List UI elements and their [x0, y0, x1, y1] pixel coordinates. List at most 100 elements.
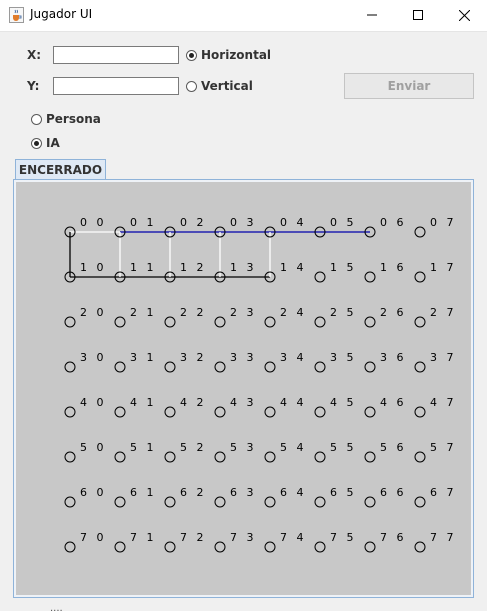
- board-node-label-06: 0 6: [380, 216, 407, 229]
- persona-radio[interactable]: Persona: [31, 112, 101, 126]
- board-node-77[interactable]: [414, 541, 426, 553]
- board-node-label-71: 7 1: [130, 531, 157, 544]
- title-bar: Jugador UI: [0, 0, 487, 32]
- board-node-label-16: 1 6: [380, 261, 407, 274]
- board-node-51[interactable]: [114, 451, 126, 463]
- minimize-icon: [367, 14, 377, 16]
- board-node-label-03: 0 3: [230, 216, 257, 229]
- board-node-36[interactable]: [364, 361, 376, 373]
- board-node-54[interactable]: [264, 451, 276, 463]
- board-node-64[interactable]: [264, 496, 276, 508]
- board-node-67[interactable]: [414, 496, 426, 508]
- persona-radio-label: Persona: [46, 112, 101, 126]
- board-node-label-77: 7 7: [430, 531, 457, 544]
- board-node-42[interactable]: [164, 406, 176, 418]
- board-node-56[interactable]: [364, 451, 376, 463]
- board-node-33[interactable]: [214, 361, 226, 373]
- game-board[interactable]: 0 0 0 1 0 2 0 3 0 4 0 5 0 6 0 7 1 0 1 1 1 2 1 3 1 4 1…: [16, 182, 471, 595]
- board-node-35[interactable]: [314, 361, 326, 373]
- board-node-60[interactable]: [64, 496, 76, 508]
- board-node-label-15: 1 5: [330, 261, 357, 274]
- board-node-label-04: 0 4: [280, 216, 307, 229]
- board-node-label-54: 5 4: [280, 441, 307, 454]
- board-canvas[interactable]: 0 0 0 1 0 2 0 3 0 4 0 5 0 6 0 7 1 0 1 1 1 2 1 3 1 4 1…: [16, 182, 471, 595]
- board-node-47[interactable]: [414, 406, 426, 418]
- board-node-label-73: 7 3: [230, 531, 257, 544]
- board-node-label-43: 4 3: [230, 396, 257, 409]
- board-node-label-56: 5 6: [380, 441, 407, 454]
- board-node-22[interactable]: [164, 316, 176, 328]
- board-node-label-17: 1 7: [430, 261, 457, 274]
- board-node-74[interactable]: [264, 541, 276, 553]
- board-node-40[interactable]: [64, 406, 76, 418]
- board-node-label-50: 5 0: [80, 441, 107, 454]
- board-node-41[interactable]: [114, 406, 126, 418]
- board-node-52[interactable]: [164, 451, 176, 463]
- board-node-17[interactable]: [414, 271, 426, 283]
- board-node-70[interactable]: [64, 541, 76, 553]
- board-node-34[interactable]: [264, 361, 276, 373]
- minimize-button[interactable]: [349, 0, 395, 30]
- x-input[interactable]: [53, 46, 179, 64]
- board-node-71[interactable]: [114, 541, 126, 553]
- close-button[interactable]: [441, 0, 487, 30]
- board-node-65[interactable]: [314, 496, 326, 508]
- board-node-26[interactable]: [364, 316, 376, 328]
- board-node-label-53: 5 3: [230, 441, 257, 454]
- close-icon: [458, 9, 470, 21]
- board-node-label-07: 0 7: [430, 216, 457, 229]
- board-node-label-00: 0 0: [80, 216, 107, 229]
- board-node-75[interactable]: [314, 541, 326, 553]
- board-node-23[interactable]: [214, 316, 226, 328]
- board-node-15[interactable]: [314, 271, 326, 283]
- board-node-24[interactable]: [264, 316, 276, 328]
- board-node-label-01: 0 1: [130, 216, 157, 229]
- radio-checked-icon: [31, 137, 42, 149]
- board-node-46[interactable]: [364, 406, 376, 418]
- board-node-label-44: 4 4: [280, 396, 307, 409]
- board-node-55[interactable]: [314, 451, 326, 463]
- board-node-20[interactable]: [64, 316, 76, 328]
- board-node-label-46: 4 6: [380, 396, 407, 409]
- send-button[interactable]: Enviar: [344, 73, 474, 99]
- board-node-label-20: 2 0: [80, 306, 107, 319]
- board-node-31[interactable]: [114, 361, 126, 373]
- board-node-66[interactable]: [364, 496, 376, 508]
- board-node-label-21: 2 1: [130, 306, 157, 319]
- tab-encerrado[interactable]: ENCERRADO: [15, 159, 106, 180]
- board-node-72[interactable]: [164, 541, 176, 553]
- board-node-label-75: 7 5: [330, 531, 357, 544]
- board-node-62[interactable]: [164, 496, 176, 508]
- board-node-32[interactable]: [164, 361, 176, 373]
- board-node-50[interactable]: [64, 451, 76, 463]
- board-node-07[interactable]: [414, 226, 426, 238]
- board-node-61[interactable]: [114, 496, 126, 508]
- maximize-button[interactable]: [395, 0, 441, 30]
- board-node-label-24: 2 4: [280, 306, 307, 319]
- board-node-label-34: 3 4: [280, 351, 307, 364]
- board-node-76[interactable]: [364, 541, 376, 553]
- board-node-30[interactable]: [64, 361, 76, 373]
- board-node-16[interactable]: [364, 271, 376, 283]
- board-node-label-63: 6 3: [230, 486, 257, 499]
- board-node-73[interactable]: [214, 541, 226, 553]
- board-node-label-23: 2 3: [230, 306, 257, 319]
- vertical-radio[interactable]: Vertical: [186, 79, 253, 93]
- horizontal-radio[interactable]: Horizontal: [186, 48, 271, 62]
- board-node-44[interactable]: [264, 406, 276, 418]
- board-node-43[interactable]: [214, 406, 226, 418]
- ia-radio[interactable]: IA: [31, 136, 60, 150]
- board-node-37[interactable]: [414, 361, 426, 373]
- board-node-25[interactable]: [314, 316, 326, 328]
- y-input[interactable]: [53, 77, 179, 95]
- board-node-21[interactable]: [114, 316, 126, 328]
- board-node-53[interactable]: [214, 451, 226, 463]
- radio-unchecked-icon: [186, 80, 197, 92]
- board-node-label-40: 4 0: [80, 396, 107, 409]
- board-node-63[interactable]: [214, 496, 226, 508]
- board-node-27[interactable]: [414, 316, 426, 328]
- board-node-57[interactable]: [414, 451, 426, 463]
- board-node-label-05: 0 5: [330, 216, 357, 229]
- board-node-45[interactable]: [314, 406, 326, 418]
- board-node-label-74: 7 4: [280, 531, 307, 544]
